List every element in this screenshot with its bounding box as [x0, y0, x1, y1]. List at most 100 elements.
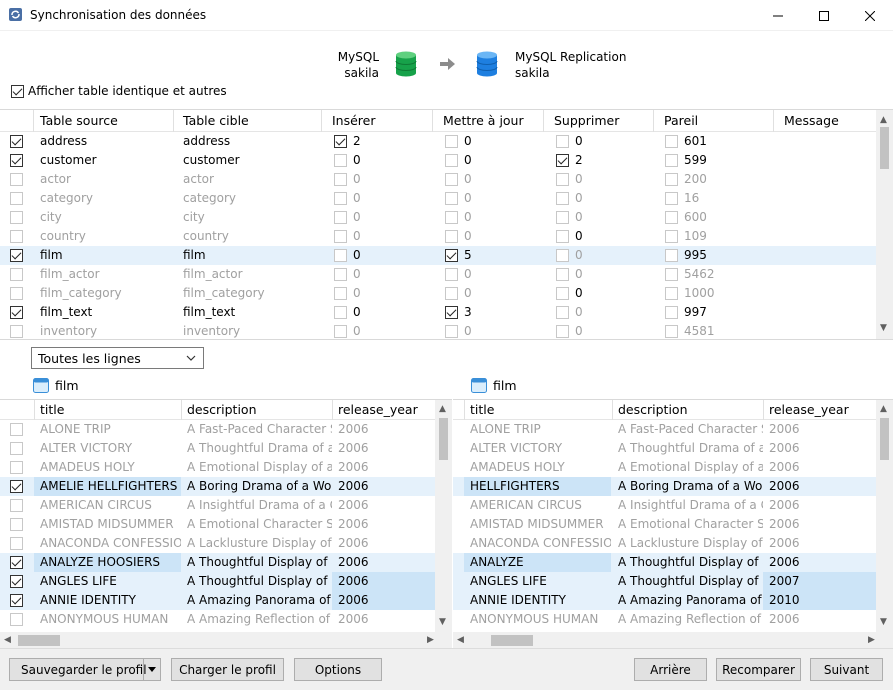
- insert-checkbox[interactable]: [334, 192, 347, 205]
- data-row[interactable]: ALONE TRIP A Fast-Paced Character Stuc 200…: [453, 420, 876, 439]
- insert-checkbox[interactable]: [334, 154, 347, 167]
- update-checkbox[interactable]: [445, 268, 458, 281]
- column-separator[interactable]: [332, 400, 333, 420]
- same-checkbox[interactable]: [665, 268, 678, 281]
- data-row[interactable]: ANGLES LIFE A Thoughtful Display of a W20…: [453, 572, 876, 591]
- column-header-description[interactable]: description: [187, 402, 257, 417]
- data-vertical-scrollbar[interactable]: ▲ ▼: [435, 400, 452, 632]
- data-row[interactable]: AMADEUS HOLY A Emotional Display of a Pic…: [0, 458, 435, 477]
- data-horizontal-scrollbar[interactable]: ◀ ▶: [0, 632, 452, 648]
- scroll-thumb[interactable]: [18, 635, 60, 646]
- column-header-title[interactable]: title: [470, 402, 494, 417]
- column-separator[interactable]: [173, 110, 174, 132]
- table-row[interactable]: address address 2 0 0 601: [0, 132, 876, 151]
- same-checkbox[interactable]: [665, 306, 678, 319]
- row-include-checkbox[interactable]: [10, 306, 23, 319]
- table-row[interactable]: actor actor 0 0 0 200: [0, 170, 876, 189]
- data-row[interactable]: ANGLES LIFE A Thoughtful Display of a W20…: [0, 572, 438, 591]
- update-checkbox[interactable]: [445, 211, 458, 224]
- delete-checkbox[interactable]: [556, 211, 569, 224]
- scroll-right-icon[interactable]: ▶: [868, 636, 875, 645]
- table-row[interactable]: customer customer 0 0 2 599: [0, 151, 876, 170]
- load-profile-button[interactable]: Charger le profil: [171, 658, 284, 681]
- column-header-delete[interactable]: Supprimer: [554, 113, 619, 128]
- data-row[interactable]: AMELIE HELLFIGHTERS A Boring Drama of a W…: [0, 477, 438, 496]
- column-header-same[interactable]: Pareil: [664, 113, 698, 128]
- scroll-down-icon[interactable]: ▼: [439, 618, 446, 627]
- scroll-left-icon[interactable]: ◀: [4, 636, 11, 645]
- data-row[interactable]: ANACONDA CONFESSIO A Lacklusture Display …: [0, 534, 435, 553]
- table-row[interactable]: inventory inventory 0 0 0 4581: [0, 322, 876, 339]
- row-sync-checkbox[interactable]: [10, 613, 23, 626]
- row-include-checkbox[interactable]: [10, 211, 23, 224]
- update-checkbox[interactable]: [445, 230, 458, 243]
- data-row[interactable]: ANONYMOUS HUMAN A Amazing Reflection of a…: [453, 610, 876, 629]
- column-header-insert[interactable]: Insérer: [332, 113, 376, 128]
- column-separator[interactable]: [181, 400, 182, 420]
- same-checkbox[interactable]: [665, 230, 678, 243]
- close-button[interactable]: [847, 0, 893, 31]
- column-separator[interactable]: [612, 400, 613, 420]
- update-checkbox[interactable]: [445, 192, 458, 205]
- row-include-checkbox[interactable]: [10, 173, 23, 186]
- column-header-update[interactable]: Mettre à jour: [443, 113, 524, 128]
- table-row[interactable]: category category 0 0 0 16: [0, 189, 876, 208]
- data-row[interactable]: ANONYMOUS HUMAN A Amazing Reflection of a…: [0, 610, 435, 629]
- column-header-description[interactable]: description: [618, 402, 688, 417]
- scroll-thumb[interactable]: [439, 418, 448, 460]
- row-include-checkbox[interactable]: [10, 230, 23, 243]
- data-row[interactable]: AMERICAN CIRCUS A Insightful Drama of a G…: [0, 496, 435, 515]
- row-sync-checkbox[interactable]: [10, 556, 23, 569]
- save-profile-dropdown[interactable]: [143, 659, 160, 680]
- table-row[interactable]: city city 0 0 0 600: [0, 208, 876, 227]
- data-row[interactable]: ANALYZE HOOSIERS A Thoughtful Display of …: [0, 553, 438, 572]
- back-button[interactable]: Arrière: [634, 658, 707, 681]
- data-row[interactable]: AMADEUS HOLY A Emotional Display of a Pic…: [453, 458, 876, 477]
- data-row[interactable]: ANNIE IDENTITY A Amazing Panorama of a P2…: [453, 591, 876, 610]
- column-separator[interactable]: [432, 110, 433, 132]
- same-checkbox[interactable]: [665, 287, 678, 300]
- maximize-button[interactable]: [801, 0, 847, 31]
- row-sync-checkbox[interactable]: [10, 499, 23, 512]
- update-checkbox[interactable]: [445, 287, 458, 300]
- column-header-message[interactable]: Message: [784, 113, 839, 128]
- column-header-target[interactable]: Table cible: [183, 113, 249, 128]
- scroll-up-icon[interactable]: ▲: [880, 116, 887, 125]
- delete-checkbox[interactable]: [556, 325, 569, 338]
- data-row[interactable]: AMERICAN CIRCUS A Insightful Drama of a G…: [453, 496, 876, 515]
- table-row[interactable]: film_category film_category 0 0 0 1000: [0, 284, 876, 303]
- row-sync-checkbox[interactable]: [10, 480, 23, 493]
- scroll-right-icon[interactable]: ▶: [427, 636, 434, 645]
- update-checkbox[interactable]: [445, 154, 458, 167]
- row-include-checkbox[interactable]: [10, 268, 23, 281]
- row-sync-checkbox[interactable]: [10, 518, 23, 531]
- save-profile-button[interactable]: Sauvegarder le profil: [9, 658, 161, 681]
- delete-checkbox[interactable]: [556, 249, 569, 262]
- row-include-checkbox[interactable]: [10, 325, 23, 338]
- update-checkbox[interactable]: [445, 325, 458, 338]
- compare-again-button[interactable]: Recomparer: [716, 658, 801, 681]
- insert-checkbox[interactable]: [334, 306, 347, 319]
- insert-checkbox[interactable]: [334, 268, 347, 281]
- data-row[interactable]: ALTER VICTORY A Thoughtful Drama of a Cc 2…: [453, 439, 876, 458]
- scroll-up-icon[interactable]: ▲: [880, 405, 887, 414]
- scroll-left-icon[interactable]: ◀: [457, 636, 464, 645]
- data-row[interactable]: ALONE TRIP A Fast-Paced Character Stud 200…: [0, 420, 435, 439]
- insert-checkbox[interactable]: [334, 325, 347, 338]
- update-checkbox[interactable]: [445, 249, 458, 262]
- same-checkbox[interactable]: [665, 154, 678, 167]
- same-checkbox[interactable]: [665, 211, 678, 224]
- show-identical-option[interactable]: Afficher table identique et autres: [11, 84, 227, 98]
- insert-checkbox[interactable]: [334, 135, 347, 148]
- column-separator[interactable]: [763, 400, 764, 420]
- scroll-thumb[interactable]: [491, 635, 533, 646]
- column-separator[interactable]: [653, 110, 654, 132]
- minimize-button[interactable]: [755, 0, 801, 31]
- tables-vertical-scrollbar[interactable]: ▲ ▼: [876, 110, 893, 339]
- data-row[interactable]: ANACONDA CONFESSIO A Lacklusture Display …: [453, 534, 876, 553]
- same-checkbox[interactable]: [665, 173, 678, 186]
- row-sync-checkbox[interactable]: [10, 594, 23, 607]
- table-row[interactable]: film film 0 5 0 995: [0, 246, 876, 265]
- delete-checkbox[interactable]: [556, 287, 569, 300]
- row-sync-checkbox[interactable]: [10, 537, 23, 550]
